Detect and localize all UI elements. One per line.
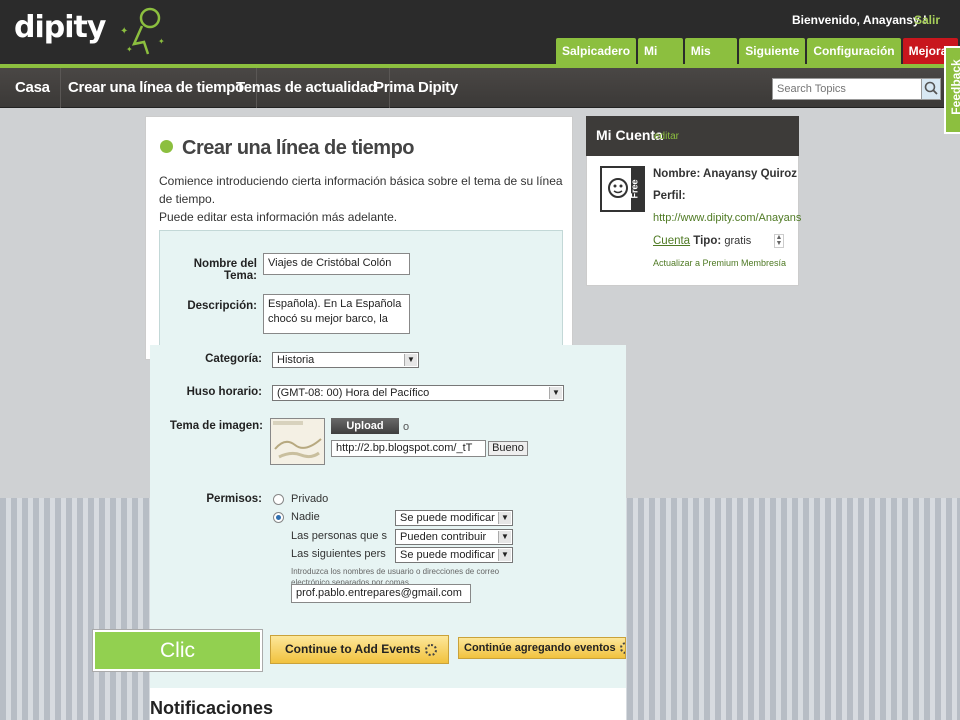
profile-label: Perfil: bbox=[653, 190, 686, 202]
section-bullet-icon bbox=[160, 140, 173, 153]
account-header: Mi Cuenta editar bbox=[586, 116, 799, 156]
search-icon bbox=[924, 81, 938, 95]
continue-es-label: Continúe agregando eventos bbox=[464, 642, 616, 654]
chevron-down-icon: ▼ bbox=[498, 549, 511, 561]
timezone-select[interactable]: (GMT-08: 00) Hora del Pacífico ▼ bbox=[272, 385, 564, 401]
search-input[interactable] bbox=[773, 79, 921, 99]
description-label: Descripción: bbox=[187, 300, 257, 312]
topic-image-thumbnail bbox=[270, 418, 325, 465]
upload-button[interactable]: Upload bbox=[331, 418, 399, 434]
svg-text:✦: ✦ bbox=[120, 26, 128, 37]
tab-my-profile[interactable]: Mi Perfil bbox=[638, 38, 683, 84]
loading-spinner-icon bbox=[619, 642, 625, 655]
search-button[interactable] bbox=[921, 79, 940, 99]
people-permission-select[interactable]: Pueden contribuir ▼ bbox=[395, 529, 513, 545]
category-select[interactable]: Historia ▼ bbox=[272, 352, 419, 368]
logout-link[interactable]: Salir bbox=[914, 13, 940, 27]
topic-name-input[interactable]: Viajes de Cristóbal Colón bbox=[263, 253, 410, 275]
following-permission-select[interactable]: Se puede modificar ▼ bbox=[395, 547, 513, 563]
nav-hot-topics[interactable]: Temas de actualidad bbox=[236, 68, 390, 108]
dipity-logo[interactable]: dipity bbox=[14, 10, 106, 45]
private-label: Privado bbox=[291, 493, 329, 505]
continue-adding-events-button[interactable]: Continúe agregando eventos bbox=[458, 637, 626, 659]
following-permission-value: Se puede modificar bbox=[400, 549, 495, 561]
astronaut-mascot-icon: ✦ ✦ ✦ bbox=[120, 7, 165, 55]
avatar: Free bbox=[600, 166, 645, 212]
svg-text:✦: ✦ bbox=[126, 45, 133, 54]
people-label: Las personas que s bbox=[291, 530, 388, 542]
none-permission-value: Se puede modificar bbox=[400, 512, 495, 524]
welcome-text: Bienvenido, Anayansy ! bbox=[792, 13, 927, 27]
account-link[interactable]: Cuenta bbox=[653, 235, 690, 247]
top-tabs: Salpicadero Mi Perfil Mis temas Siguient… bbox=[556, 38, 960, 84]
image-url-input[interactable]: http://2.bp.blogspot.com/_tT bbox=[331, 440, 486, 457]
page-title: Crear una línea de tiempo bbox=[182, 137, 415, 159]
category-value: Historia bbox=[277, 354, 315, 366]
chevron-down-icon: ▼ bbox=[549, 387, 562, 399]
category-label: Categoría: bbox=[205, 353, 262, 365]
tab-my-topics[interactable]: Mis temas bbox=[684, 38, 738, 84]
description-line-1: Comience introduciendo cierta informació… bbox=[159, 174, 563, 206]
loading-spinner-icon bbox=[424, 643, 437, 656]
search-box bbox=[772, 78, 941, 100]
or-text: o bbox=[403, 421, 410, 433]
continue-add-events-button[interactable]: Continue to Add Events bbox=[270, 635, 449, 664]
chevron-down-icon: ▼ bbox=[404, 354, 417, 366]
feedback-label: Feedback bbox=[949, 59, 960, 115]
type-label: Tipo: bbox=[693, 235, 722, 247]
notifications-heading: Notificaciones bbox=[150, 698, 274, 718]
feedback-tab[interactable]: Feedback bbox=[944, 46, 960, 134]
good-button[interactable]: Bueno bbox=[488, 441, 528, 456]
chevron-down-icon: ▼ bbox=[498, 531, 511, 543]
free-badge: Free bbox=[629, 179, 640, 199]
none-radio[interactable] bbox=[273, 512, 284, 523]
nav-home[interactable]: Casa bbox=[15, 68, 61, 108]
profile-url-link[interactable]: http://www.dipity.com/Anayans bbox=[653, 212, 801, 224]
page-description: Comience introduciendo cierta informació… bbox=[159, 172, 569, 226]
tab-following[interactable]: Siguiente bbox=[739, 38, 806, 64]
continue-label: Continue to Add Events bbox=[285, 642, 421, 656]
email-field[interactable]: prof.pablo.entrepares@gmail.com bbox=[291, 584, 471, 603]
click-callout: Clic bbox=[92, 629, 263, 672]
chevron-down-icon: ▼ bbox=[498, 512, 511, 524]
scroll-arrows-icon[interactable]: ▲ ▼ bbox=[774, 234, 784, 248]
private-radio[interactable] bbox=[273, 494, 284, 505]
svg-text:✦: ✦ bbox=[158, 37, 165, 46]
account-edit-link[interactable]: editar bbox=[654, 131, 679, 142]
timezone-label: Huso horario: bbox=[186, 386, 262, 398]
description-text-line-2: chocó su mejor barco, la bbox=[268, 313, 388, 325]
none-label: Nadie bbox=[291, 511, 320, 523]
upgrade-link[interactable]: Actualizar a Premium Membresía bbox=[653, 258, 786, 268]
account-type-row: Cuenta Tipo: gratis bbox=[653, 235, 751, 247]
account-title: Mi Cuenta bbox=[596, 127, 663, 143]
description-line-2: Puede editar esta información más adelan… bbox=[159, 210, 398, 224]
map-thumbnail-icon bbox=[271, 419, 324, 464]
none-permission-select[interactable]: Se puede modificar ▼ bbox=[395, 510, 513, 526]
tab-dashboard[interactable]: Salpicadero bbox=[556, 38, 637, 64]
image-label: Tema de imagen: bbox=[169, 420, 263, 432]
account-name: Nombre: Anayansy Quiroz bbox=[653, 168, 797, 180]
nav-create-timeline[interactable]: Crear una línea de tiempo bbox=[68, 68, 257, 108]
following-label: Las siguientes pers bbox=[291, 548, 386, 560]
hint-line-1: Introduzca los nombres de usuario o dire… bbox=[291, 567, 500, 576]
description-text-line-1: Española). En La Española bbox=[268, 298, 402, 310]
type-value: gratis bbox=[724, 235, 752, 247]
tab-settings[interactable]: Configuración bbox=[807, 38, 901, 64]
nav-premium[interactable]: Prima Dipity bbox=[374, 68, 470, 108]
permissions-label: Permisos: bbox=[206, 493, 262, 505]
description-textarea[interactable]: Española). En La Española chocó su mejor… bbox=[263, 294, 410, 334]
topic-name-label: Nombre del Tema: bbox=[193, 258, 257, 282]
people-permission-value: Pueden contribuir bbox=[400, 531, 487, 543]
timezone-value: (GMT-08: 00) Hora del Pacífico bbox=[277, 387, 430, 399]
